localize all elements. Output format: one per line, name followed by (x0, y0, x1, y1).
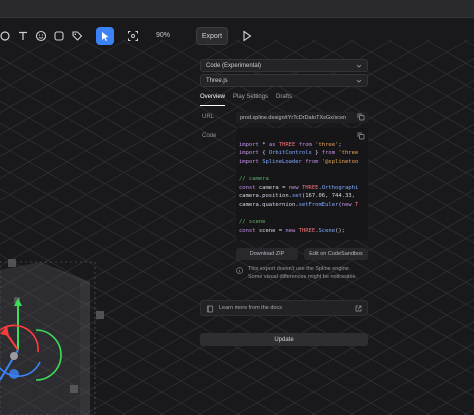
chevron-down-icon (356, 64, 362, 68)
copy-url-icon[interactable] (357, 113, 365, 121)
code-line: import * as THREE from 'three'; (239, 141, 342, 148)
frame-icon[interactable] (124, 27, 142, 45)
format-select-value: Code (Experimental) (206, 62, 262, 69)
export-button[interactable]: Export (196, 27, 228, 45)
smiley-icon[interactable] (32, 27, 50, 45)
code-line: camera.position.set(167.06, 744.33, (239, 193, 359, 200)
play-icon[interactable] (242, 30, 252, 42)
pointer-icon[interactable] (96, 27, 114, 45)
note-line-1: This export doesn't use the Spline engin… (248, 266, 351, 272)
library-select-value: Three.js (206, 77, 228, 84)
tab-play-settings[interactable]: Play Settings (233, 94, 268, 106)
shape-icon[interactable] (50, 27, 68, 45)
copy-code-icon[interactable] (357, 132, 365, 140)
top-strip (0, 0, 474, 18)
text-icon[interactable] (14, 27, 32, 45)
zoom-level[interactable]: 90% (156, 32, 170, 39)
note-line-2: Some visual differences might be noticea… (248, 273, 358, 280)
edit-codesandbox-button[interactable]: Edit on CodeSandbox (304, 248, 368, 260)
code-line: camera.quaternion.setFromEuler(new T (239, 201, 359, 208)
code-line: import { OrbitControls } from 'three (239, 150, 359, 157)
cube-object[interactable] (0, 259, 104, 415)
code-line: const scene = new THREE.Scene(); (239, 227, 345, 234)
format-select[interactable]: Code (Experimental) (200, 59, 368, 72)
external-link-icon (355, 305, 362, 312)
code-label: Code (202, 133, 217, 139)
tab-overview[interactable]: Overview (200, 94, 226, 106)
tag-icon[interactable] (68, 27, 86, 45)
tab-drafts[interactable]: Drafts (276, 94, 292, 106)
url-label: URL (202, 114, 215, 120)
code-line: import SplineLoader from '@splinetoo (239, 158, 359, 165)
docs-link-label: Learn more from the docs (219, 305, 282, 311)
download-zip-button[interactable]: Download ZIP (236, 248, 298, 260)
library-select[interactable]: Three.js (200, 74, 368, 87)
circle-icon[interactable] (0, 27, 14, 45)
url-value: prod.spline.design/tYrTcDrDaIoTXsGx/scen (240, 114, 347, 121)
code-line: const camera = new THREE.Orthographi (239, 184, 359, 191)
code-lines: import * as THREE from 'three'; import { … (239, 132, 358, 240)
export-tabs: Overview Play Settings Drafts (200, 94, 292, 106)
url-field[interactable]: prod.spline.design/tYrTcDrDaIoTXsGx/scen (236, 112, 368, 123)
code-line: // camera (239, 175, 269, 182)
export-note: This export doesn't use the Spline engin… (236, 266, 368, 281)
book-icon (206, 305, 214, 313)
chevron-down-icon (356, 79, 362, 83)
update-button[interactable]: Update (200, 333, 368, 346)
docs-link[interactable]: Learn more from the docs (200, 300, 368, 316)
code-block[interactable]: import * as THREE from 'three'; import { … (236, 128, 368, 240)
code-line: // scene (239, 218, 266, 225)
